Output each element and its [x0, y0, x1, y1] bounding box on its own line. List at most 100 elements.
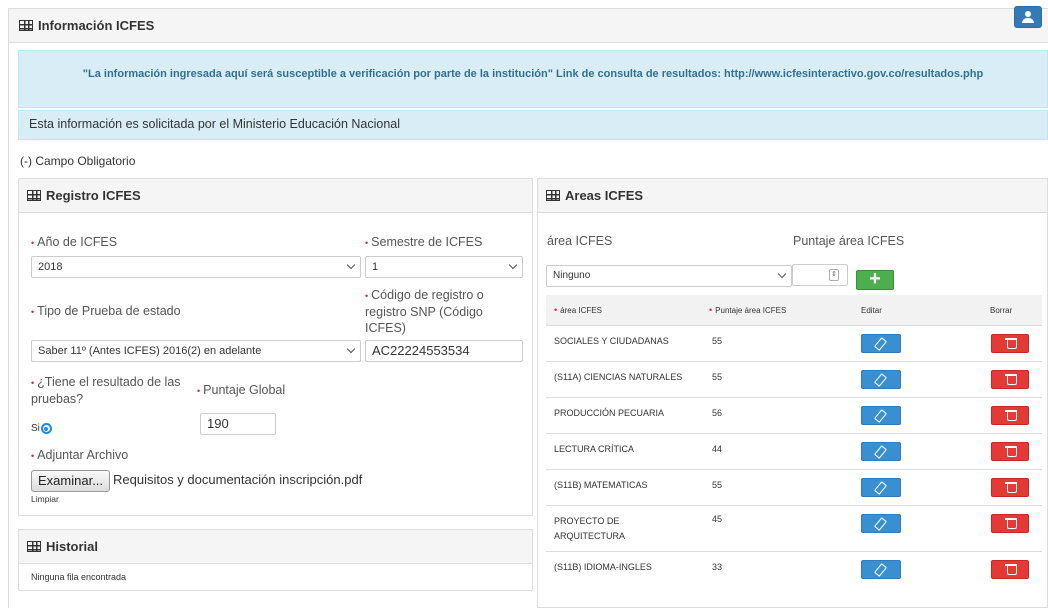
radio-dot — [44, 426, 49, 431]
row-score: 44 — [712, 444, 723, 454]
score-label: • Puntaje Global — [197, 383, 286, 397]
areas-title: Areas ICFES — [565, 188, 644, 203]
table-icon — [27, 541, 41, 552]
edit-button[interactable] — [861, 406, 901, 425]
row-area: PRODUCCIÓN PECUARIA — [554, 408, 665, 418]
row-score: 45 — [712, 514, 723, 524]
clear-link[interactable]: Limpiar — [31, 494, 59, 504]
row-area: (S11B) MATEMATICAS — [554, 480, 648, 490]
delete-button[interactable] — [991, 560, 1029, 579]
row-score: 55 — [712, 480, 723, 490]
semester-label-text: Semestre de ICFES — [371, 235, 483, 249]
year-label-text: Año de ICFES — [37, 235, 118, 249]
registro-panel: Registro ICFES • Año de ICFES 2018 • Semes… — [18, 178, 533, 516]
chevron-down-icon — [346, 344, 356, 354]
col-score-header-text: Puntaje área ICFES — [715, 306, 787, 315]
delete-button[interactable] — [991, 478, 1029, 497]
table-row: (S11B) IDIOMA-INGLES 33 — [546, 551, 1042, 587]
user-icon — [1025, 11, 1031, 17]
delete-button[interactable] — [991, 334, 1029, 353]
historial-title: Historial — [46, 539, 99, 554]
registro-title: Registro ICFES — [46, 188, 141, 203]
score-input[interactable]: 190 — [200, 413, 276, 435]
row-area: PROYECTO DE ARQUITECTURA — [554, 516, 626, 541]
test-type-label-text: Tipo de Prueba de estado — [37, 304, 181, 318]
table-row: PRODUCCIÓN PECUARIA 56 — [546, 397, 1042, 433]
area-select[interactable]: Ninguno — [546, 265, 792, 287]
page: Información ICFES "La información ingres… — [0, 0, 1048, 609]
add-area-button[interactable]: + — [856, 269, 894, 290]
edit-button[interactable] — [861, 478, 901, 497]
row-area: SOCIALES Y CIUDADANAS — [554, 336, 669, 346]
table-icon — [27, 190, 41, 201]
page-title: Información ICFES — [38, 18, 155, 33]
delete-button[interactable] — [991, 442, 1029, 461]
delete-button[interactable] — [991, 406, 1029, 425]
areas-heading: Areas ICFES — [538, 179, 1047, 213]
row-area: LECTURA CRÍTICA — [554, 444, 635, 454]
verification-notice: "La información ingresada aquí será susc… — [18, 50, 1048, 108]
year-label: • Año de ICFES — [31, 235, 118, 249]
edit-button[interactable] — [861, 560, 901, 579]
table-row: SOCIALES Y CIUDADANAS 55 — [546, 325, 1042, 361]
historial-panel: Historial Ninguna fila encontrada — [18, 529, 533, 591]
row-score: 55 — [712, 336, 723, 346]
col-area-header-text: área ICFES — [560, 306, 602, 315]
chevron-down-icon — [346, 260, 356, 270]
areas-table: • área ICFES • Puntaje área ICFES Editar B… — [546, 295, 1042, 587]
col-edit-header: Editar — [861, 305, 882, 315]
browse-button[interactable]: Examinar... — [31, 470, 111, 492]
delete-button[interactable] — [991, 514, 1029, 533]
row-area: (S11A) CIENCIAS NATURALES — [554, 372, 683, 382]
semester-select[interactable]: 1 — [365, 256, 523, 278]
has-result-option[interactable]: Si — [31, 423, 52, 434]
edit-button[interactable] — [861, 442, 901, 461]
has-result-label-text: ¿Tiene el resultado de las pruebas? — [31, 375, 181, 406]
year-value: 2018 — [38, 261, 63, 273]
edit-button[interactable] — [861, 514, 901, 533]
score-label-text: Puntaje Global — [203, 383, 286, 397]
table-row: PROYECTO DE ARQUITECTURA 45 — [546, 505, 1042, 551]
has-result-label: • ¿Tiene el resultado de las pruebas? — [31, 375, 181, 406]
ministry-note: Esta información es solicitada por el Mi… — [18, 110, 1048, 140]
snp-label-text: Código de registro o registro SNP (Códig… — [365, 288, 484, 335]
col-delete-header: Borrar — [990, 305, 1013, 315]
semester-value: 1 — [372, 261, 379, 273]
delete-button[interactable] — [991, 370, 1029, 389]
chevron-down-icon — [777, 269, 787, 279]
area-score-label: Puntaje área ICFES — [793, 234, 905, 248]
area-label: área ICFES — [547, 234, 613, 248]
file-name: Requisitos y documentación inscripción.p… — [113, 472, 363, 487]
radio-checked-icon[interactable] — [40, 423, 52, 434]
snp-label: • Código de registro o registro SNP (Códi… — [365, 288, 484, 335]
test-type-select[interactable]: Saber 11º (Antes ICFES) 2016(2) en adela… — [31, 340, 361, 362]
has-result-option-label: Si — [31, 423, 40, 434]
row-score: 56 — [712, 408, 723, 418]
test-type-label: • Tipo de Prueba de estado — [31, 304, 181, 318]
user-button[interactable] — [1014, 6, 1042, 28]
year-select[interactable]: 2018 — [31, 256, 361, 278]
semester-label: • Semestre de ICFES — [365, 235, 483, 249]
areas-panel: Areas ICFES área ICFES Puntaje área ICFE… — [537, 178, 1048, 608]
historial-heading: Historial — [19, 530, 532, 564]
attach-label-text: Adjuntar Archivo — [37, 448, 129, 462]
row-score: 55 — [712, 372, 723, 382]
area-select-value: Ninguno — [553, 270, 591, 281]
registro-heading: Registro ICFES — [19, 179, 532, 213]
table-header: • área ICFES • Puntaje área ICFES Editar B… — [546, 295, 1042, 325]
area-score-input[interactable]: ⇕ — [792, 264, 848, 286]
col-score-header: • Puntaje área ICFES — [709, 305, 787, 315]
edit-button[interactable] — [861, 334, 901, 353]
edit-button[interactable] — [861, 370, 901, 389]
row-score: 33 — [712, 562, 723, 572]
col-area-header: • área ICFES — [554, 305, 602, 315]
snp-input[interactable]: AC22224553534 — [365, 340, 523, 362]
spinner-arrows-icon[interactable]: ⇕ — [829, 269, 839, 281]
row-area: (S11B) IDIOMA-INGLES — [554, 562, 652, 572]
attach-label: • Adjuntar Archivo — [31, 448, 129, 462]
table-icon — [19, 20, 33, 31]
test-type-value: Saber 11º (Antes ICFES) 2016(2) en adela… — [38, 345, 262, 357]
chevron-down-icon — [508, 260, 518, 270]
table-row: (S11B) MATEMATICAS 55 — [546, 469, 1042, 505]
required-field-note: (-) Campo Obligatorio — [20, 154, 136, 168]
